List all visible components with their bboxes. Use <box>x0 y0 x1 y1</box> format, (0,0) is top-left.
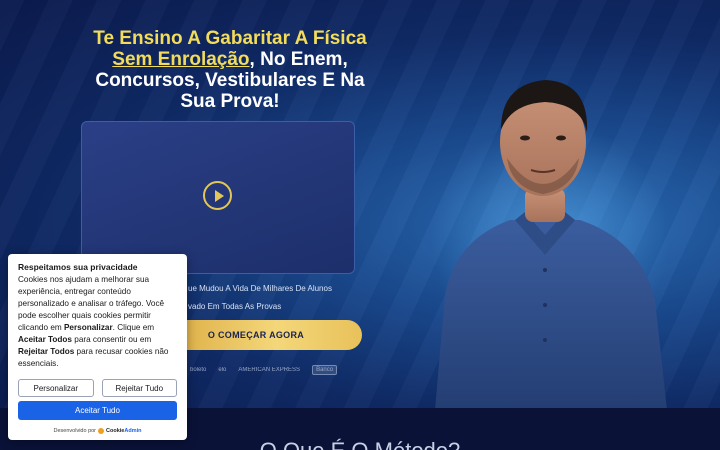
instructor-portrait <box>435 80 667 410</box>
customize-button[interactable]: Personalizar <box>18 379 94 397</box>
cookie-text-part: . Clique em <box>112 323 155 332</box>
accept-all-button[interactable]: Aceitar Tudo <box>18 401 177 420</box>
headline-highlight: Te Ensino A Gabaritar A Física <box>93 28 367 49</box>
reject-all-button[interactable]: Rejeitar Tudo <box>101 379 177 397</box>
cookie-title: Respeitamos sua privacidade <box>18 262 138 272</box>
cookie-text-bold: Personalizar <box>63 323 113 332</box>
brand-part: Cookie <box>106 428 125 434</box>
hero-headline: Te Ensino A Gabaritar A Física Sem Enrol… <box>80 28 380 112</box>
cookie-banner: Respeitamos sua privacidade Cookies nos … <box>8 254 187 440</box>
powered-by-label: Desenvolvido por <box>53 428 97 434</box>
payment-methods: boleto elo AMERICAN EXPRESS Banco <box>190 364 338 376</box>
headline-underlined: Sem Enrolação <box>112 49 250 70</box>
cookie-text-bold: Aceitar Todos <box>18 335 72 344</box>
benefit-line-2: vado Em Todas As Provas <box>188 302 282 311</box>
brand-part: Admin <box>124 428 142 434</box>
powered-by: Desenvolvido por CookieAdmin <box>18 428 177 434</box>
benefit-line-1: ue Mudou A Vida De Milhares De Alunos <box>188 284 332 293</box>
payment-boleto: boleto <box>190 367 207 373</box>
payment-bank: Banco <box>312 365 338 375</box>
payment-amex: AMERICAN EXPRESS <box>238 367 301 373</box>
cookieadmin-logo-icon <box>98 428 105 434</box>
play-icon[interactable] <box>203 181 232 210</box>
cookie-button-row: Personalizar Rejeitar Tudo <box>18 379 177 397</box>
cookie-text-bold: Rejeitar Todos <box>18 347 75 356</box>
payment-elo: elo <box>218 367 227 373</box>
cookie-text: Cookies nos ajudam a melhorar sua experi… <box>18 274 177 370</box>
cookie-text-part: para consentir ou em <box>72 335 152 344</box>
cookieadmin-brand[interactable]: CookieAdmin <box>106 428 141 434</box>
